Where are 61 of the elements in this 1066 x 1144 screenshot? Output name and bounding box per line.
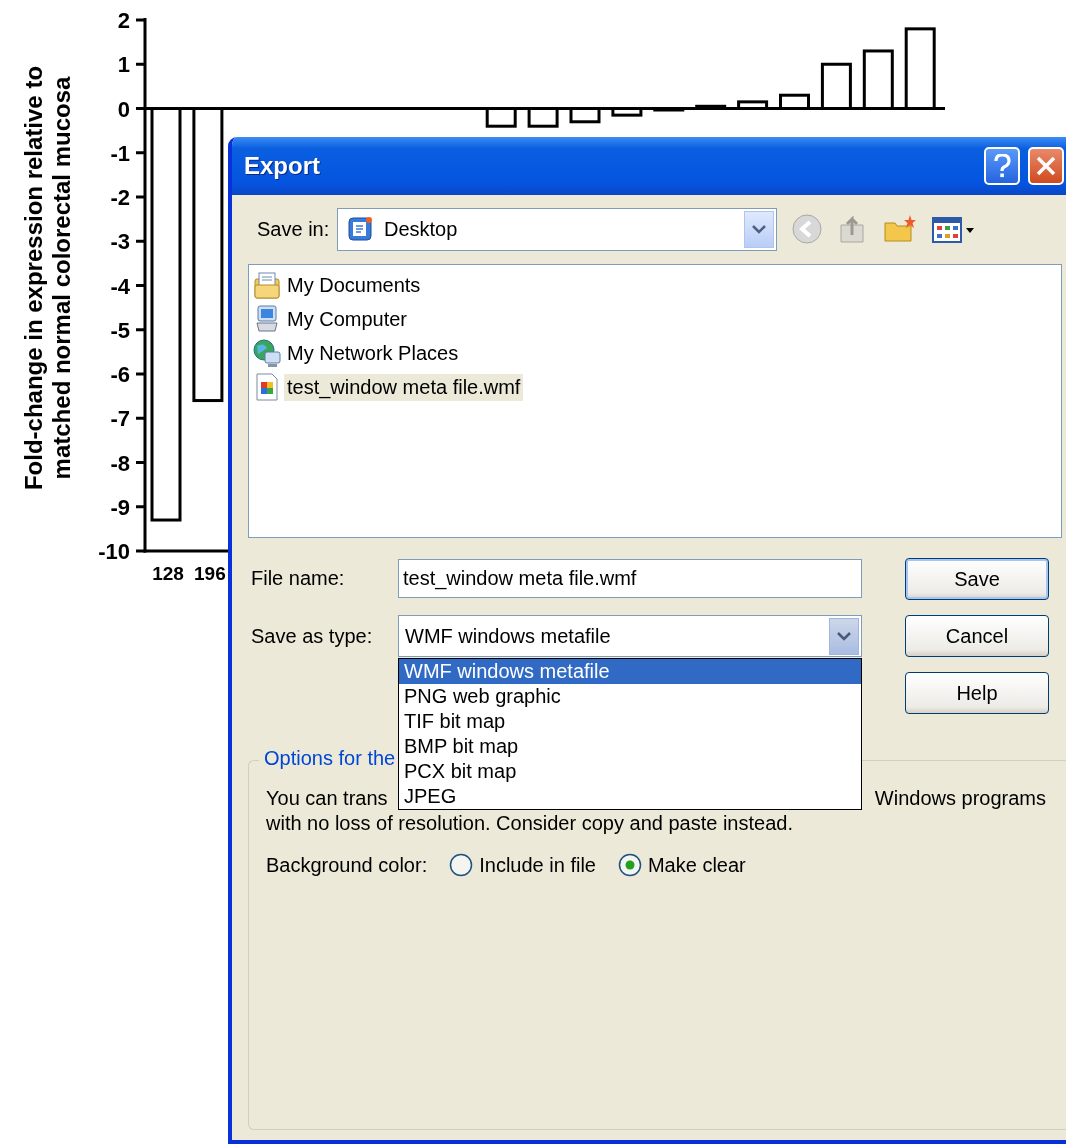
bar bbox=[862, 49, 894, 110]
desktop-icon bbox=[346, 215, 374, 243]
close-icon bbox=[1036, 156, 1056, 176]
dropdown-option[interactable]: PNG web graphic bbox=[399, 684, 861, 709]
description-text: Windows programs bbox=[874, 787, 1046, 810]
radio-option[interactable]: Make clear bbox=[617, 853, 746, 877]
tick-label: 0 bbox=[117, 96, 130, 122]
dropdown-option[interactable]: PCX bit map bbox=[399, 759, 861, 784]
tick-label: -9 bbox=[110, 494, 130, 520]
folder-icon bbox=[252, 270, 282, 300]
tick-label: -2 bbox=[110, 185, 130, 210]
bar bbox=[779, 93, 810, 110]
file-name-field[interactable]: test_window meta file.wmf bbox=[398, 558, 862, 598]
field-label: Background color: bbox=[266, 853, 428, 877]
bar bbox=[527, 107, 559, 128]
dialog-button[interactable]: Cancel bbox=[905, 615, 1049, 657]
location-dropdown[interactable]: Desktop bbox=[337, 207, 777, 251]
dropdown-option[interactable]: TIF bit map bbox=[399, 709, 861, 734]
chevron-down-icon bbox=[837, 631, 851, 641]
tick-label: 1 bbox=[117, 52, 130, 78]
description-text: with no loss of resolution. Consider copy and paste instead. bbox=[266, 812, 793, 834]
tick-label: -10 bbox=[98, 539, 130, 564]
close-button[interactable] bbox=[1028, 147, 1064, 185]
field-label: Save as type: bbox=[250, 624, 374, 648]
category-label: 128 bbox=[152, 563, 184, 584]
radio-option[interactable]: Include in file bbox=[449, 853, 596, 877]
dropdown-option[interactable]: BMP bit map bbox=[399, 734, 861, 759]
group-title: Options for the bbox=[259, 747, 401, 770]
dialog-button[interactable]: Help bbox=[905, 672, 1049, 714]
file-item[interactable]: test_window meta file.wmf bbox=[284, 373, 524, 401]
bar bbox=[820, 62, 852, 110]
dropdown-option[interactable]: JPEG bbox=[399, 784, 861, 809]
y-axis-label: Fold-change in expression relative to matched normal colorectal mucosa bbox=[20, 64, 76, 493]
category-label: 196 bbox=[194, 563, 226, 584]
field-label: File name: bbox=[250, 566, 346, 590]
window-title: Export bbox=[244, 152, 321, 180]
bar bbox=[737, 100, 769, 110]
chevron-down-icon bbox=[752, 224, 766, 234]
question-icon bbox=[993, 154, 1011, 178]
file-item[interactable]: My Network Places bbox=[284, 339, 462, 367]
help-button[interactable] bbox=[984, 147, 1020, 185]
dialog-button[interactable]: Save bbox=[905, 558, 1049, 600]
description-text: You can trans bbox=[266, 787, 388, 810]
bar bbox=[569, 107, 601, 124]
file-item[interactable]: My Documents bbox=[284, 271, 424, 299]
tick-label: -5 bbox=[110, 317, 130, 343]
field-label: Save in: bbox=[256, 217, 331, 241]
tick-label: -7 bbox=[110, 406, 130, 432]
dropdown-option[interactable]: WMF windows metafile bbox=[399, 659, 861, 684]
bar bbox=[695, 104, 727, 110]
file-item[interactable]: My Computer bbox=[284, 305, 411, 333]
file-type-dropdown[interactable]: WMF windows metafile bbox=[398, 615, 862, 657]
tick-label: -8 bbox=[110, 450, 130, 476]
bar bbox=[611, 107, 643, 117]
tick-label: -6 bbox=[110, 362, 130, 387]
tick-label: -1 bbox=[110, 140, 130, 166]
bar bbox=[485, 107, 517, 128]
globe-computer-icon bbox=[252, 338, 282, 368]
tick-label: 2 bbox=[117, 8, 130, 33]
tick-label: -4 bbox=[110, 273, 130, 299]
tick-label: -3 bbox=[110, 229, 130, 255]
